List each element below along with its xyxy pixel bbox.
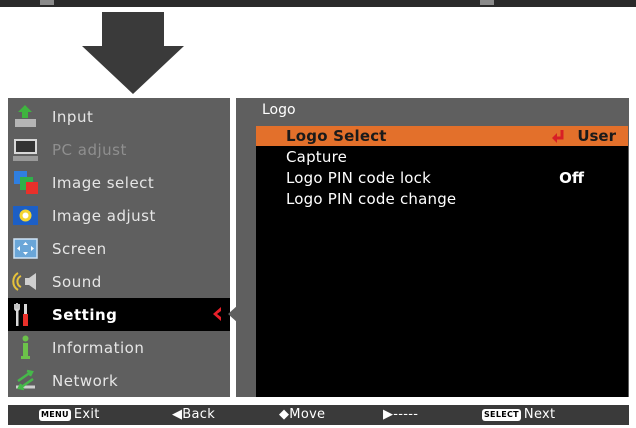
footer-exit[interactable]: MENU Exit xyxy=(39,407,100,422)
submenu-item-capture[interactable]: Capture xyxy=(256,147,628,167)
footer-next-placeholder: ▶----- xyxy=(383,407,419,422)
submenu-item-label: Capture xyxy=(286,148,348,166)
menu-item-label: Sound xyxy=(52,272,102,291)
top-strip xyxy=(0,0,636,7)
footer-next-label: Next xyxy=(523,407,556,422)
network-icon xyxy=(16,369,35,391)
menu-item-input[interactable]: Input xyxy=(8,100,230,133)
pc-adjust-icon xyxy=(13,139,38,161)
top-strip-nub xyxy=(40,0,54,5)
menu-item-information[interactable]: Information xyxy=(8,331,230,364)
submenu-title: Logo xyxy=(262,102,296,118)
submenu-item-label: Logo PIN code lock xyxy=(286,169,432,187)
submenu-item-logo-pin-code-lock[interactable]: Logo PIN code lock Off xyxy=(256,168,628,188)
menu-item-network[interactable]: Network xyxy=(8,364,230,397)
footer-bar: MENU Exit ◀Back ◆Move ▶----- SELECT Next xyxy=(8,405,629,425)
footer-move[interactable]: ◆Move xyxy=(279,407,325,422)
submenu-item-value: Off xyxy=(559,169,584,187)
menu-item-image-adjust[interactable]: Image adjust xyxy=(8,199,230,232)
screen-icon xyxy=(13,238,38,259)
information-icon xyxy=(21,335,30,359)
sound-icon xyxy=(12,272,36,291)
input-icon xyxy=(15,105,36,127)
submenu-item-label: Logo Select xyxy=(286,127,387,145)
menu-item-screen[interactable]: Screen xyxy=(8,232,230,265)
setting-icon xyxy=(14,303,28,326)
menu-item-label: PC adjust xyxy=(52,140,127,159)
select-key-badge: SELECT xyxy=(482,408,521,421)
menu-item-pc-adjust[interactable]: PC adjust xyxy=(8,133,230,166)
top-strip-nub xyxy=(480,0,494,5)
menu-item-setting[interactable]: Setting xyxy=(8,298,230,331)
menu-key-badge: MENU xyxy=(39,408,71,421)
menu-item-label: Information xyxy=(52,338,145,357)
image-adjust-icon xyxy=(13,206,38,225)
footer-next[interactable]: SELECT Next xyxy=(482,407,555,422)
chevron-left-icon xyxy=(213,307,221,321)
main-menu: Input PC adjust Image select Image adjus… xyxy=(8,98,230,397)
menu-item-label: Image select xyxy=(52,173,155,192)
image-select-icon xyxy=(14,171,38,194)
submenu-item-logo-pin-code-change[interactable]: Logo PIN code change xyxy=(256,189,628,209)
enter-arrow-icon xyxy=(552,130,564,143)
menu-item-label: Setting xyxy=(52,305,118,324)
down-arrow-icon xyxy=(82,12,184,94)
footer-exit-label: Exit xyxy=(73,407,100,422)
menu-item-label: Network xyxy=(52,371,119,390)
footer-back[interactable]: ◀Back xyxy=(172,407,215,422)
menu-item-image-select[interactable]: Image select xyxy=(8,166,230,199)
submenu-item-label: Logo PIN code change xyxy=(286,190,457,208)
menu-item-sound[interactable]: Sound xyxy=(8,265,230,298)
submenu-item-value: User xyxy=(577,127,616,145)
menu-item-label: Image adjust xyxy=(52,206,156,225)
menu-item-label: Input xyxy=(52,107,94,126)
menu-item-label: Screen xyxy=(52,239,107,258)
submenu-item-logo-select[interactable]: Logo Select User xyxy=(256,126,628,146)
